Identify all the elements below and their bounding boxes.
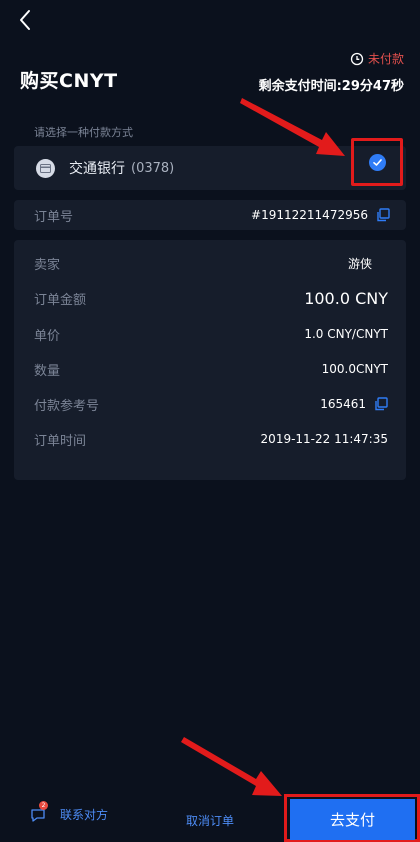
detail-label: 付款参考号 [34,398,100,414]
selected-checkbox[interactable] [351,138,403,186]
arrow-to-pay-button [181,737,282,796]
detail-row-reference: 付款参考号 165461 [34,393,388,415]
detail-value: 100.0 CNY [304,288,388,308]
detail-value: 游侠 [347,256,372,271]
detail-row-seller: 卖家 游侠 [34,252,388,274]
checkmark-icon [368,153,386,171]
bank-account: (0378) [131,160,175,176]
bank-name: 交通银行 [69,161,125,177]
order-status: 未付款 [350,50,404,67]
order-number: #19112211472956 [251,208,368,222]
payment-method-option[interactable]: 交通银行 (0378) [14,146,406,190]
chat-icon: 2 [30,800,48,823]
detail-label: 数量 [34,363,61,379]
status-text: 未付款 [367,52,404,66]
cancel-order-button[interactable]: 取消订单 [186,812,234,829]
detail-row-time: 订单时间 2019-11-22 11:47:35 [34,428,388,450]
back-arrow-icon [20,10,30,30]
detail-row-quantity: 数量 100.0CNYT [34,358,388,380]
copy-icon[interactable] [374,397,388,411]
detail-value: 100.0CNYT [321,362,388,376]
detail-value: 165461 [320,397,388,411]
detail-value: 2019-11-22 11:47:35 [260,432,388,446]
detail-row-price: 单价 1.0 CNY/CNYT [34,323,388,345]
unread-badge: 2 [39,800,48,810]
contact-label: 联系对方 [60,808,109,822]
order-number-row: 订单号 #19112211472956 [14,200,406,230]
reference-number: 165461 [320,397,366,411]
payment-timer: 剩余支付时间:29分47秒 [258,79,404,94]
back-button[interactable] [12,6,40,34]
detail-label: 卖家 [34,257,61,273]
pay-button[interactable]: 去支付 [290,799,415,840]
contact-counterparty-button[interactable]: 2 联系对方 [30,800,109,823]
bank-card-icon [36,158,55,178]
detail-label: 单价 [34,328,61,344]
order-details-card: 卖家 游侠 订单金额 100.0 CNY 单价 1.0 CNY/CNYT 数量 … [14,240,406,480]
clock-icon [350,52,364,65]
order-number-value: #19112211472956 [251,208,390,222]
detail-value: 1.0 CNY/CNYT [304,327,388,341]
copy-icon[interactable] [376,208,390,222]
detail-label: 订单时间 [34,433,87,449]
detail-row-amount: 订单金额 100.0 CNY [34,287,388,309]
detail-label: 订单金额 [34,292,87,308]
order-number-label: 订单号 [34,209,74,225]
page-title: 购买CNYT [20,70,118,92]
payment-method-prompt: 请选择一种付款方式 [34,126,133,139]
